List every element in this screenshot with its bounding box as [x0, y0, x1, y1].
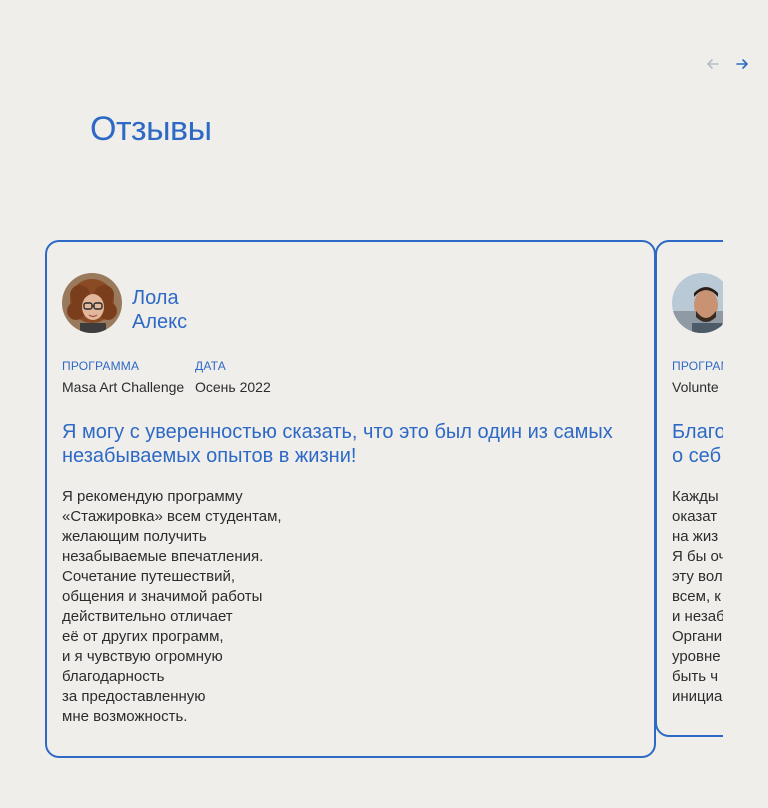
testimonial-quote: Я могу с уверенностью сказать, что это б…	[62, 421, 613, 467]
program-value: Masa Art Challenge	[62, 379, 185, 395]
program-label: ПРОГРАМ	[672, 359, 723, 373]
reviewer-name-text: Лола Алекс	[132, 287, 188, 333]
date-label: ДАТА	[195, 359, 226, 373]
arrow-left-icon	[707, 59, 719, 69]
prev-arrow-button[interactable]	[704, 55, 722, 73]
date-value: Осень 2022	[195, 379, 271, 395]
avatar	[62, 273, 122, 333]
page: Отзывы Лола Алекс ПРОГРАММА Masa Art Cha…	[0, 0, 768, 808]
testimonials-carousel[interactable]: Лола Алекс ПРОГРАММА Masa Art Challenge …	[45, 240, 723, 780]
testimonial-card: Лола Алекс ПРОГРАММА Masa Art Challenge …	[45, 240, 656, 758]
program-value: Volunte	[672, 379, 719, 395]
testimonial-text: Я рекомендую программу «Стажировка» всем…	[62, 488, 282, 725]
program-label: ПРОГРАММА	[62, 359, 140, 373]
testimonial-card: ПРОГРАМ Volunte Благо о себ Кажды оказат…	[655, 240, 723, 737]
avatar	[672, 273, 723, 333]
arrow-right-icon	[736, 59, 748, 69]
testimonial-quote: Благо о себ	[672, 421, 723, 467]
reviewer-name: Лола Алекс	[132, 286, 187, 334]
section-title: Отзывы	[90, 110, 212, 148]
next-arrow-button[interactable]	[733, 55, 751, 73]
testimonial-text: Кажды оказат на жиз Я бы оч эту вол всем…	[672, 488, 723, 705]
